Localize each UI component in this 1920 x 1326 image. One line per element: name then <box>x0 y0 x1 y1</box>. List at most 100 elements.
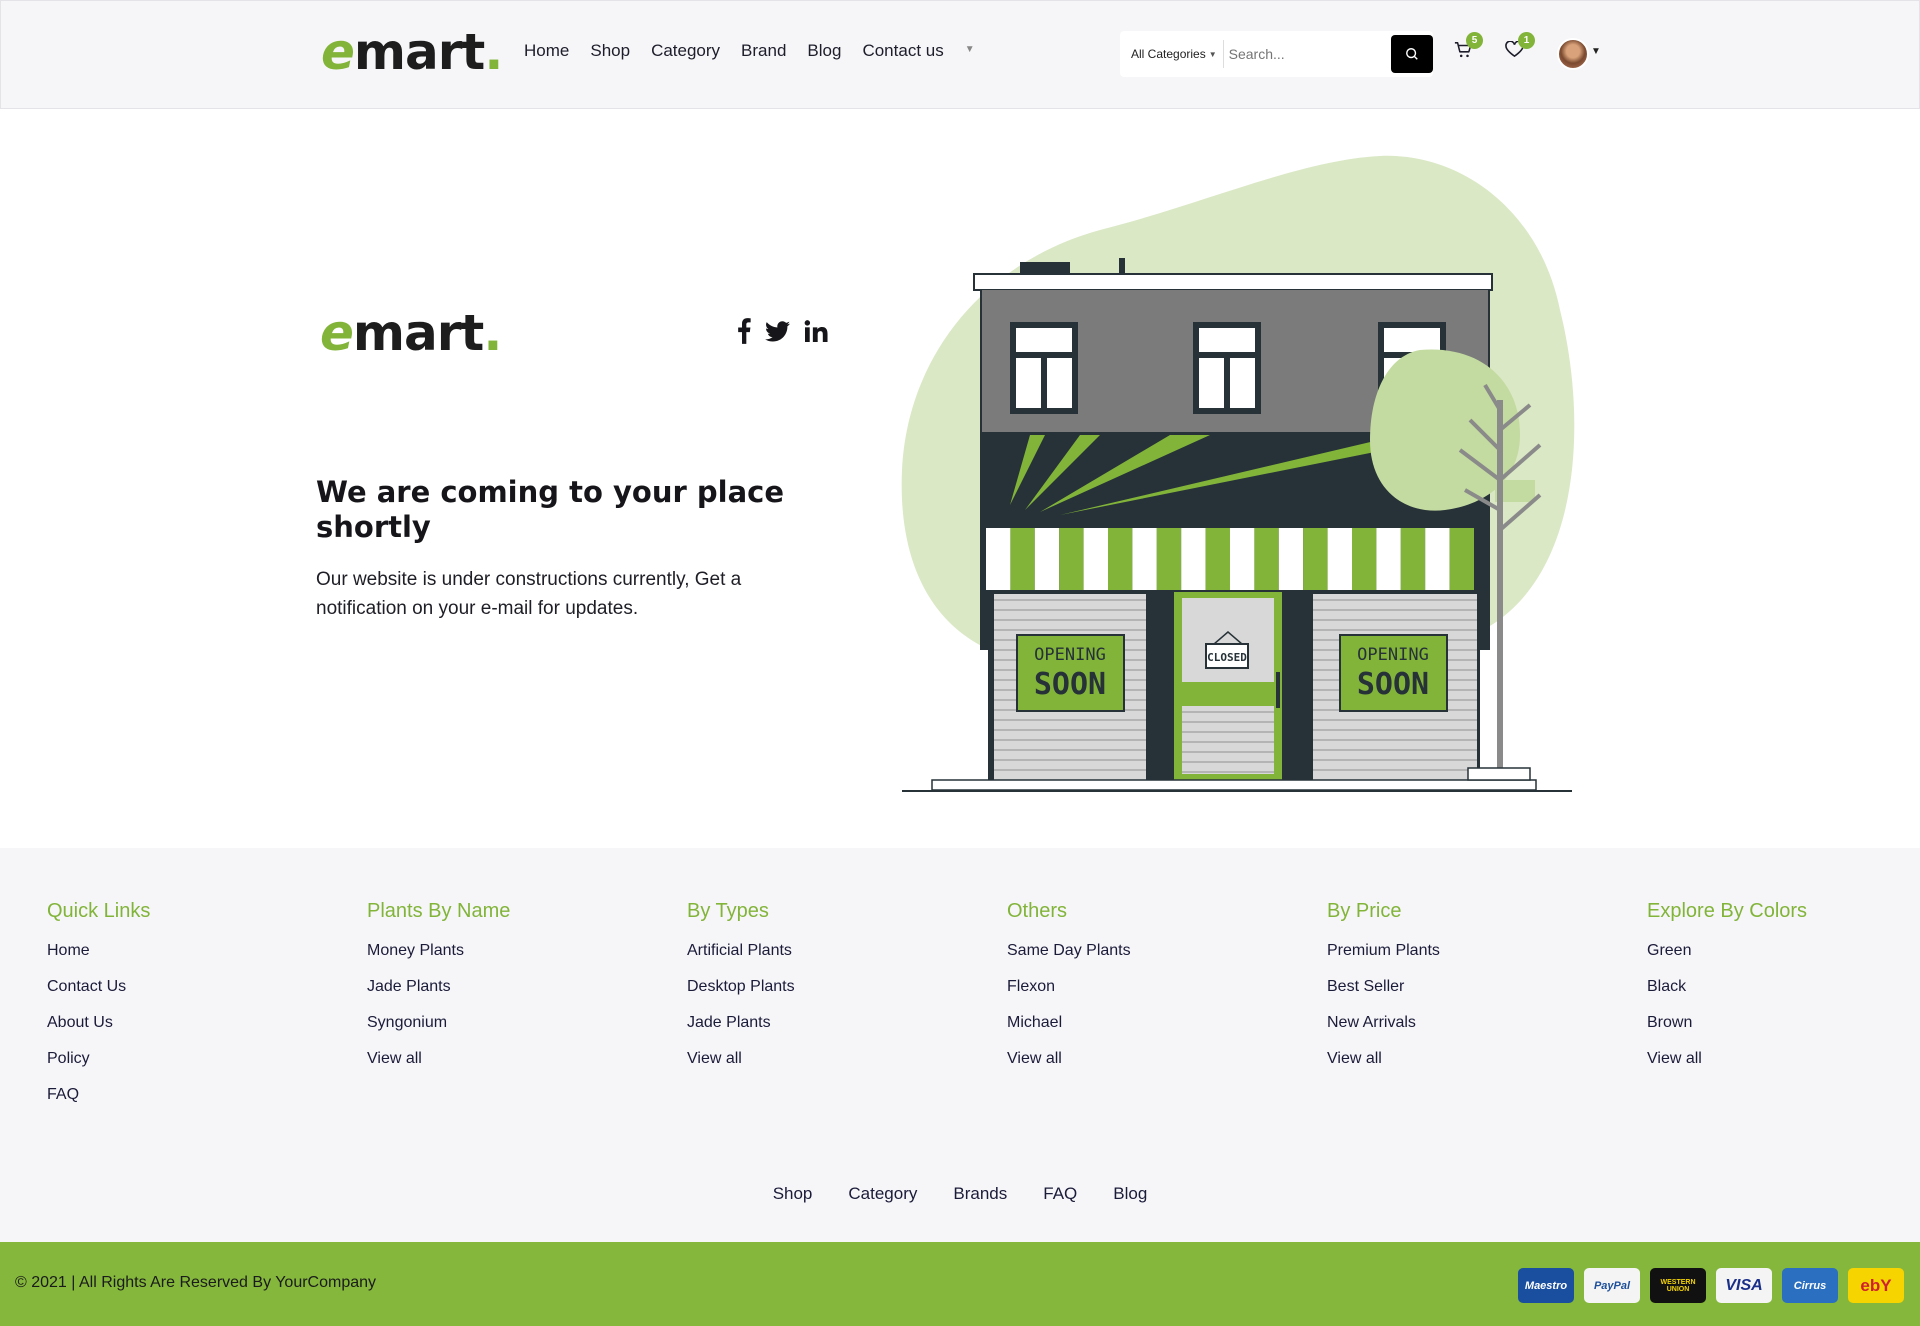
logo-e: e <box>321 23 355 81</box>
social-links <box>737 318 828 344</box>
bottom-link-shop[interactable]: Shop <box>773 1184 813 1204</box>
wishlist-button[interactable]: 1 <box>1505 32 1535 63</box>
search-icon <box>1406 48 1418 60</box>
search-category-select[interactable]: All Categories ▼ <box>1120 40 1224 68</box>
nav-home[interactable]: Home <box>524 41 569 61</box>
footer-link[interactable]: Green <box>1647 942 1807 960</box>
hero-logo-text: mart <box>352 304 484 362</box>
footer-link[interactable]: Desktop Plants <box>687 978 795 996</box>
payment-methods: Maestro PayPal WESTERN UNION VISA Cirrus… <box>1518 1268 1904 1303</box>
shop-window-right: OPENING SOON <box>1313 594 1477 780</box>
linkedin-icon[interactable] <box>804 320 828 342</box>
ebay-icon: ebY <box>1848 1268 1904 1303</box>
avatar-chevron-down-icon[interactable]: ▼ <box>1591 46 1601 57</box>
nav-contact[interactable]: Contact us <box>862 41 943 61</box>
footer-col-explore-by-colors: Explore By Colors Green Black Brown View… <box>1647 900 1807 1086</box>
footer-link[interactable]: Michael <box>1007 1014 1131 1032</box>
footer-link[interactable]: New Arrivals <box>1327 1014 1440 1032</box>
bottom-link-faq[interactable]: FAQ <box>1043 1184 1077 1204</box>
twitter-icon[interactable] <box>765 320 790 342</box>
footer-link[interactable]: View all <box>367 1050 510 1068</box>
logo-text: mart <box>353 23 485 81</box>
footer-link[interactable]: Jade Plants <box>687 1014 795 1032</box>
footer-col-plants-by-name: Plants By Name Money Plants Jade Plants … <box>367 900 510 1086</box>
opening-text-left: OPENING <box>1034 645 1106 665</box>
paypal-icon: PayPal <box>1584 1268 1640 1303</box>
footer-link[interactable]: FAQ <box>47 1086 150 1104</box>
footer-col-title: Explore By Colors <box>1647 900 1808 922</box>
shop-window-left: OPENING SOON <box>994 594 1146 780</box>
footer-link[interactable]: View all <box>1647 1050 1807 1068</box>
closed-sign: CLOSED <box>1207 651 1247 664</box>
upper-window-middle <box>1193 322 1261 414</box>
search-bar: All Categories ▼ <box>1120 31 1433 77</box>
hero-logo-e: e <box>320 304 354 362</box>
footer-col-others: Others Same Day Plants Flexon Michael Vi… <box>1007 900 1131 1086</box>
footer-link[interactable]: Premium Plants <box>1327 942 1440 960</box>
footer-link[interactable]: Home <box>47 942 150 960</box>
footer-link[interactable]: Artificial Plants <box>687 942 795 960</box>
main-nav: Home Shop Category Brand Blog Contact us… <box>524 41 975 61</box>
cart-count-badge: 5 <box>1466 32 1483 49</box>
footer-link[interactable]: Syngonium <box>367 1014 510 1032</box>
bottom-link-brands[interactable]: Brands <box>953 1184 1007 1204</box>
nav-more-chevron-icon[interactable]: ▼ <box>965 44 975 61</box>
footer-link[interactable]: View all <box>1007 1050 1131 1068</box>
cirrus-icon: Cirrus <box>1782 1268 1838 1303</box>
nav-category[interactable]: Category <box>651 41 720 61</box>
nav-blog[interactable]: Blog <box>807 41 841 61</box>
footer-link[interactable]: Flexon <box>1007 978 1131 996</box>
footer-link[interactable]: View all <box>687 1050 795 1068</box>
footer-link[interactable]: Policy <box>47 1050 150 1068</box>
maestro-icon: Maestro <box>1518 1268 1574 1303</box>
opening-text-right: OPENING <box>1357 645 1429 665</box>
search-input[interactable] <box>1223 46 1384 62</box>
visa-icon: VISA <box>1716 1268 1772 1303</box>
footer-link[interactable]: Best Seller <box>1327 978 1440 996</box>
footer-link[interactable]: Same Day Plants <box>1007 942 1131 960</box>
store-door: CLOSED <box>1174 592 1282 782</box>
footer-link[interactable]: Contact Us <box>47 978 150 996</box>
cart-button[interactable]: 5 <box>1454 32 1483 64</box>
hero-title: We are coming to your place shortly <box>316 475 785 544</box>
footer-link[interactable]: About Us <box>47 1014 150 1032</box>
hero-logo: e mart. <box>320 304 502 362</box>
footer-col-title: By Types <box>687 900 769 922</box>
footer-col-by-price: By Price Premium Plants Best Seller New … <box>1327 900 1440 1086</box>
western-union-icon: WESTERN UNION <box>1650 1268 1706 1303</box>
footer-link[interactable]: Brown <box>1647 1014 1807 1032</box>
wishlist-count-badge: 1 <box>1518 32 1535 49</box>
upper-window-left <box>1010 322 1078 414</box>
hero-logo-dot: . <box>483 304 502 362</box>
header-logo[interactable]: e mart. <box>321 23 503 81</box>
chevron-down-icon: ▼ <box>1208 49 1217 59</box>
footer-link[interactable]: Money Plants <box>367 942 510 960</box>
soon-text-right: SOON <box>1357 667 1429 702</box>
footer-col-quick-links: Quick Links Home Contact Us About Us Pol… <box>47 900 150 1122</box>
nav-brand[interactable]: Brand <box>741 41 786 61</box>
store-building: OPENING SOON OPENING SOON CLOSED <box>902 258 1572 792</box>
footer-col-title: By Price <box>1327 900 1402 922</box>
footer-col-by-types: By Types Artificial Plants Desktop Plant… <box>687 900 795 1086</box>
search-category-label: All Categories <box>1131 47 1206 61</box>
footer-link[interactable]: Black <box>1647 978 1807 996</box>
facebook-icon[interactable] <box>737 318 751 344</box>
bottom-link-blog[interactable]: Blog <box>1113 1184 1147 1204</box>
logo-dot: . <box>484 23 503 81</box>
soon-text-left: SOON <box>1034 667 1106 702</box>
store-illustration: OPENING SOON OPENING SOON CLOSED <box>901 155 1575 792</box>
hero-description: Our website is under constructions curre… <box>316 569 742 619</box>
footer-bottom-nav: Shop Category Brands FAQ Blog <box>0 1184 1920 1204</box>
copyright-text: © 2021 | All Rights Are Reserved By Your… <box>15 1274 377 1291</box>
footer-col-title: Plants By Name <box>367 900 511 922</box>
footer-link[interactable]: View all <box>1327 1050 1440 1068</box>
footer-col-title: Quick Links <box>47 900 151 922</box>
search-button[interactable] <box>1391 35 1433 73</box>
bottom-link-category[interactable]: Category <box>848 1184 917 1204</box>
avatar[interactable] <box>1557 38 1589 70</box>
nav-shop[interactable]: Shop <box>590 41 630 61</box>
footer: Quick Links Home Contact Us About Us Pol… <box>0 848 1920 1242</box>
footer-link[interactable]: Jade Plants <box>367 978 510 996</box>
header: e mart. Home Shop Category Brand Blog Con… <box>0 0 1920 109</box>
awning <box>986 528 1474 590</box>
